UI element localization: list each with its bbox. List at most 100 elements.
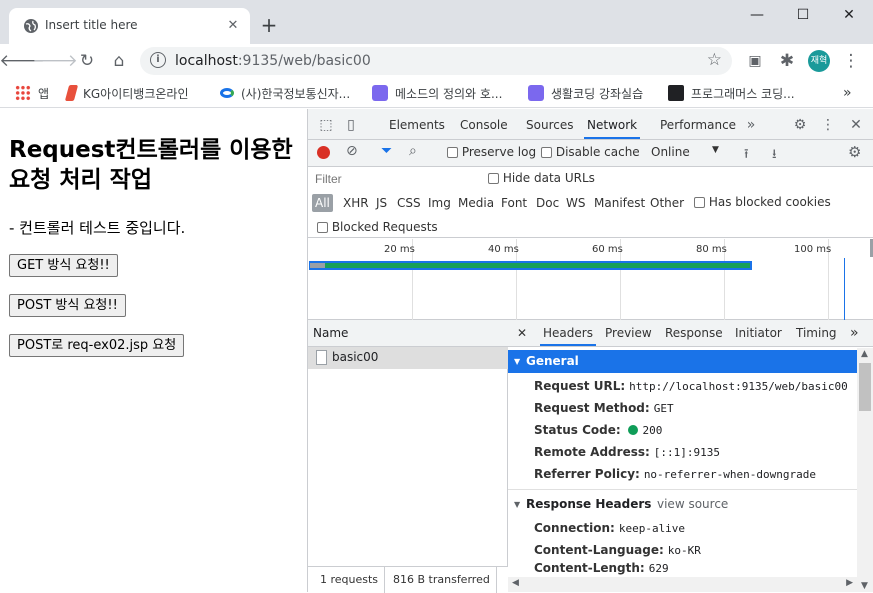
record-icon[interactable] bbox=[317, 146, 330, 159]
has-blocked-cookies-checkbox[interactable]: Has blocked cookies bbox=[694, 195, 831, 209]
bookmark-kait[interactable]: (사)한국정보통신자... bbox=[220, 83, 350, 103]
tab-sources[interactable]: Sources bbox=[526, 109, 573, 139]
scroll-left-icon[interactable]: ◀ bbox=[512, 578, 519, 588]
tab-timing[interactable]: Timing bbox=[796, 320, 837, 346]
network-toolbar: ⊘ ⏷ ⌕ Preserve log Disable cache Online ▼… bbox=[308, 140, 873, 167]
maximize-button[interactable]: ☐ bbox=[780, 0, 826, 30]
checkbox[interactable] bbox=[694, 197, 705, 208]
disable-cache-checkbox[interactable]: Disable cache bbox=[541, 145, 640, 159]
tab-elements[interactable]: Elements bbox=[389, 109, 445, 139]
name-column-header[interactable]: Name bbox=[308, 320, 508, 347]
type-all[interactable]: All bbox=[312, 194, 333, 212]
blocked-requests-checkbox[interactable]: Blocked Requests bbox=[317, 220, 438, 234]
bookmark-star-icon[interactable]: ☆ bbox=[707, 50, 722, 70]
network-settings-gear-icon[interactable]: ⚙ bbox=[848, 143, 861, 161]
close-window-button[interactable]: ✕ bbox=[826, 0, 872, 30]
type-img[interactable]: Img bbox=[425, 194, 454, 212]
post-req-ex02-button[interactable]: POST로 req-ex02.jsp 요청 bbox=[9, 334, 185, 357]
checkbox[interactable] bbox=[317, 222, 328, 233]
bookmark-programmers[interactable]: 프로그래머스 코딩... bbox=[668, 83, 795, 103]
more-tabs-icon[interactable]: » bbox=[742, 116, 760, 134]
section-title: General bbox=[526, 354, 579, 368]
post-request-button[interactable]: POST 방식 요청!! bbox=[9, 294, 126, 317]
inspect-element-icon[interactable]: ⬚ bbox=[317, 116, 335, 134]
bookmark-apps[interactable]: 앱 bbox=[15, 83, 49, 103]
type-other[interactable]: Other bbox=[647, 194, 687, 212]
type-media[interactable]: Media bbox=[455, 194, 497, 212]
divider bbox=[496, 567, 497, 593]
kg-logo-icon bbox=[64, 85, 79, 101]
type-xhr[interactable]: XHR bbox=[340, 194, 372, 212]
scroll-up-icon[interactable]: ▲ bbox=[861, 349, 868, 359]
horizontal-scrollbar[interactable]: ◀ ▶ bbox=[508, 577, 857, 592]
address-bar[interactable]: i localhost:9135/web/basic00 ☆ bbox=[140, 47, 732, 75]
bookmark-kg[interactable]: KG아이티뱅크온라인 bbox=[64, 83, 189, 103]
programmers-logo-icon bbox=[668, 85, 684, 101]
type-manifest[interactable]: Manifest bbox=[591, 194, 648, 212]
vertical-scrollbar[interactable]: ▲ ▼ bbox=[857, 348, 873, 592]
cast-icon[interactable]: ▣ bbox=[742, 48, 768, 74]
checkbox[interactable] bbox=[447, 147, 458, 158]
checkbox[interactable] bbox=[488, 173, 499, 184]
menu-dots-icon[interactable]: ⋮ bbox=[838, 48, 864, 74]
info-icon[interactable]: i bbox=[150, 52, 166, 68]
tab-network[interactable]: Network bbox=[584, 109, 641, 139]
get-request-button[interactable]: GET 방식 요청!! bbox=[9, 254, 118, 277]
cube-icon bbox=[528, 85, 544, 101]
tab-close-icon[interactable]: ✕ bbox=[224, 17, 242, 35]
type-css[interactable]: CSS bbox=[394, 194, 424, 212]
view-source-link[interactable]: view source bbox=[657, 493, 728, 516]
more-bookmarks-icon[interactable]: » bbox=[843, 83, 852, 103]
network-overview-timeline[interactable]: 20 ms 40 ms 60 ms 80 ms 100 ms bbox=[308, 239, 873, 320]
import-har-icon[interactable]: ⭱ bbox=[744, 145, 749, 167]
type-js[interactable]: JS bbox=[373, 194, 390, 212]
header-row: Content-Length: 629 bbox=[534, 561, 669, 575]
filter-funnel-icon[interactable]: ⏷ bbox=[381, 143, 392, 159]
reload-icon[interactable]: ↻ bbox=[74, 48, 100, 74]
tab-initiator[interactable]: Initiator bbox=[735, 320, 782, 346]
search-icon[interactable]: ⌕ bbox=[409, 143, 417, 159]
response-headers-section-header[interactable]: ▼ Response Headers view source bbox=[508, 493, 857, 516]
request-row[interactable]: basic00 bbox=[308, 347, 508, 369]
type-doc[interactable]: Doc bbox=[533, 194, 562, 212]
clear-icon[interactable]: ⊘ bbox=[346, 143, 358, 159]
general-section-header[interactable]: ▼ General bbox=[508, 350, 857, 373]
profile-avatar[interactable]: 재혁 bbox=[808, 50, 830, 72]
preserve-log-checkbox[interactable]: Preserve log bbox=[447, 145, 536, 159]
new-tab-button[interactable]: + bbox=[258, 14, 280, 36]
apps-grid-icon bbox=[15, 85, 31, 101]
type-ws[interactable]: WS bbox=[563, 194, 588, 212]
settings-gear-icon[interactable]: ⚙ bbox=[791, 116, 809, 134]
scroll-down-icon[interactable]: ▼ bbox=[861, 581, 868, 591]
bookmark-opentutorials[interactable]: 생활코딩 강좌실습 bbox=[528, 83, 643, 103]
hide-data-urls-checkbox[interactable]: Hide data URLs bbox=[488, 171, 595, 185]
forward-arrow-icon[interactable]: 🡒 bbox=[32, 48, 78, 74]
type-font[interactable]: Font bbox=[498, 194, 530, 212]
export-har-icon[interactable]: ⭳ bbox=[772, 145, 777, 167]
extensions-puzzle-icon[interactable]: ✱ bbox=[774, 48, 800, 74]
throttle-select[interactable]: Online ▼ bbox=[651, 145, 721, 159]
header-row: Referrer Policy: no-referrer-when-downgra… bbox=[534, 463, 816, 485]
tab-performance[interactable]: Performance bbox=[660, 109, 736, 139]
tab-console[interactable]: Console bbox=[460, 109, 508, 139]
tab-preview[interactable]: Preview bbox=[605, 320, 652, 346]
close-details-icon[interactable]: ✕ bbox=[517, 320, 527, 346]
customize-dots-icon[interactable]: ⋮ bbox=[819, 116, 837, 134]
more-detail-tabs-icon[interactable]: » bbox=[850, 320, 859, 346]
browser-tab[interactable]: Insert title here ✕ bbox=[9, 8, 250, 44]
tab-headers[interactable]: Headers bbox=[540, 320, 596, 346]
tab-response[interactable]: Response bbox=[665, 320, 723, 346]
close-devtools-icon[interactable]: ✕ bbox=[847, 116, 865, 134]
bookmark-label: (사)한국정보통신자... bbox=[241, 86, 351, 101]
bookmark-method[interactable]: 메소드의 정의와 호... bbox=[372, 83, 502, 103]
page-heading: Request컨트롤러를 이용한 요청 처리 작업 bbox=[9, 137, 293, 193]
filter-input[interactable] bbox=[312, 170, 475, 188]
scroll-right-icon[interactable]: ▶ bbox=[846, 578, 853, 588]
checkbox[interactable] bbox=[541, 147, 552, 158]
minimize-button[interactable]: — bbox=[734, 0, 780, 30]
back-arrow-icon[interactable]: 🡐 bbox=[0, 48, 45, 74]
home-icon[interactable]: ⌂ bbox=[106, 48, 132, 74]
device-toolbar-icon[interactable]: ▯ bbox=[342, 116, 360, 134]
scrollbar-thumb[interactable] bbox=[859, 363, 871, 411]
url-path: :9135/web/basic00 bbox=[237, 53, 371, 69]
